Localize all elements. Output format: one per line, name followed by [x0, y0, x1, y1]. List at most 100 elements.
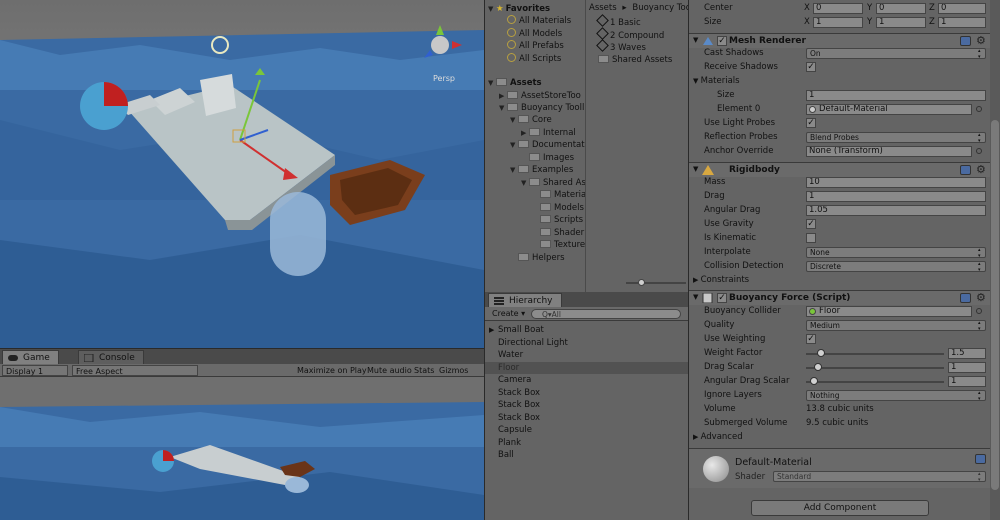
- object-picker-icon[interactable]: [976, 148, 982, 154]
- mesh-renderer-header[interactable]: ▼ ✓ Mesh Renderer ⚙: [689, 33, 1000, 48]
- help-icon[interactable]: [960, 165, 971, 175]
- game-view[interactable]: [0, 377, 484, 520]
- tree-folder[interactable]: ▶ AssetStoreToo: [499, 90, 581, 102]
- mass-field[interactable]: 10: [806, 177, 986, 188]
- hierarchy-search-input[interactable]: Q▾All: [531, 309, 681, 319]
- tree-folder[interactable]: Models: [532, 202, 584, 214]
- drag-scalar-slider[interactable]: [806, 367, 944, 369]
- hierarchy-item[interactable]: Ball: [485, 449, 689, 461]
- anchor-override-field[interactable]: None (Transform): [806, 146, 972, 157]
- help-icon[interactable]: [960, 36, 971, 46]
- center-x-field[interactable]: 0: [813, 3, 863, 14]
- aspect-select[interactable]: Free Aspect: [72, 365, 198, 376]
- hierarchy-item[interactable]: Water: [485, 349, 689, 361]
- file-item[interactable]: Shared Assets: [598, 54, 672, 66]
- use-weighting-checkbox[interactable]: ✓: [806, 334, 816, 344]
- buoyancy-force-header[interactable]: ▼ ✓ Buoyancy Force (Script) ⚙: [689, 290, 1000, 305]
- angular-drag-scalar-slider-knob[interactable]: [810, 377, 819, 385]
- object-picker-icon[interactable]: [976, 308, 982, 314]
- receive-shadows-checkbox[interactable]: ✓: [806, 62, 816, 72]
- constraints-foldout[interactable]: ▶ Constraints: [693, 275, 749, 285]
- mute-audio-toggle[interactable]: Mute audio: [364, 365, 415, 376]
- hierarchy-item[interactable]: Directional Light: [485, 337, 689, 349]
- is-kinematic-checkbox[interactable]: [806, 233, 816, 243]
- display-select[interactable]: Display 1: [2, 365, 68, 376]
- angular-drag-scalar-slider[interactable]: [806, 381, 944, 383]
- tab-game[interactable]: Game: [2, 350, 59, 365]
- maximize-on-play-toggle[interactable]: Maximize on Play: [294, 365, 370, 376]
- gear-icon[interactable]: ⚙: [976, 291, 986, 304]
- light-probes-checkbox[interactable]: ✓: [806, 118, 816, 128]
- tree-folder[interactable]: ▼ Examples: [510, 164, 573, 176]
- hierarchy-item[interactable]: Stack Box: [485, 387, 689, 399]
- ignore-layers-select[interactable]: Nothing: [806, 390, 986, 402]
- fav-item[interactable]: All Materials: [507, 15, 571, 27]
- mesh-renderer-enabled-checkbox[interactable]: ✓: [717, 36, 727, 46]
- gear-icon[interactable]: ⚙: [976, 34, 986, 47]
- tree-folder[interactable]: Images: [521, 152, 574, 164]
- element0-field[interactable]: Default-Material: [806, 104, 972, 115]
- weight-factor-slider-knob[interactable]: [816, 349, 825, 357]
- hierarchy-item[interactable]: ▶ Small Boat: [485, 324, 689, 336]
- hierarchy-item[interactable]: Stack Box: [485, 412, 689, 424]
- collision-detection-select[interactable]: Discrete: [806, 261, 986, 273]
- drag-scalar-field[interactable]: 1: [948, 362, 986, 373]
- scene-view[interactable]: Persp: [0, 0, 484, 348]
- tree-folder[interactable]: Texture: [532, 239, 585, 251]
- materials-size-field[interactable]: 1: [806, 90, 986, 101]
- object-picker-icon[interactable]: [976, 106, 982, 112]
- create-button[interactable]: Create ▾: [489, 308, 528, 319]
- cast-shadows-select[interactable]: On: [806, 48, 986, 60]
- breadcrumb-item[interactable]: Buoyancy Too: [632, 3, 691, 13]
- stats-toggle[interactable]: Stats: [411, 365, 437, 376]
- tree-folder[interactable]: ▶ Internal: [521, 127, 576, 139]
- inspector-scrollbar-thumb[interactable]: [991, 120, 999, 490]
- fav-item[interactable]: All Models: [507, 28, 562, 40]
- tree-favorites[interactable]: ▼ ★ Favorites: [488, 3, 550, 15]
- tree-folder[interactable]: Scripts: [532, 214, 583, 226]
- center-z-field[interactable]: 0: [938, 3, 986, 14]
- tree-folder[interactable]: ▼ Shared As: [521, 177, 586, 189]
- materials-foldout[interactable]: ▼ Materials: [693, 76, 740, 86]
- icon-size-slider[interactable]: [626, 282, 686, 284]
- shader-select[interactable]: Standard: [773, 471, 986, 483]
- tree-folder[interactable]: ▼ Buoyancy Tooll: [499, 102, 584, 114]
- buoyancy-collider-field[interactable]: Floor: [806, 306, 972, 317]
- add-component-button[interactable]: Add Component: [751, 500, 929, 516]
- drag-field[interactable]: 1: [806, 191, 986, 202]
- advanced-foldout[interactable]: ▶ Advanced: [693, 432, 743, 442]
- angular-drag-field[interactable]: 1.05: [806, 205, 986, 216]
- weight-factor-slider[interactable]: [806, 353, 944, 355]
- tree-folder[interactable]: ▼ Documentat: [510, 139, 585, 151]
- help-icon[interactable]: [960, 293, 971, 303]
- hierarchy-item-selected[interactable]: Floor: [485, 362, 689, 374]
- help-icon[interactable]: [975, 454, 986, 464]
- file-item[interactable]: 1 Basic: [596, 14, 641, 28]
- tree-assets[interactable]: ▼ Assets: [488, 77, 542, 89]
- rigidbody-header[interactable]: ▼ Rigidbody ⚙: [689, 162, 1000, 177]
- weight-factor-field[interactable]: 1.5: [948, 348, 986, 359]
- fav-item[interactable]: All Scripts: [507, 53, 561, 65]
- drag-scalar-slider-knob[interactable]: [814, 363, 823, 371]
- angular-drag-scalar-field[interactable]: 1: [948, 376, 986, 387]
- use-gravity-checkbox[interactable]: ✓: [806, 219, 816, 229]
- size-x-field[interactable]: 1: [813, 17, 863, 28]
- gear-icon[interactable]: ⚙: [976, 163, 986, 176]
- tree-folder[interactable]: Shader: [532, 227, 584, 239]
- breadcrumb-item[interactable]: Assets: [589, 3, 617, 13]
- tab-console[interactable]: Console: [78, 350, 144, 365]
- gizmos-toggle[interactable]: Gizmos: [436, 365, 471, 376]
- fav-item[interactable]: All Prefabs: [507, 40, 564, 52]
- tree-folder[interactable]: ▼ Core: [510, 114, 552, 126]
- quality-select[interactable]: Medium: [806, 320, 986, 332]
- buoyancy-enabled-checkbox[interactable]: ✓: [717, 293, 727, 303]
- size-z-field[interactable]: 1: [938, 17, 986, 28]
- file-item[interactable]: 2 Compound: [596, 27, 664, 41]
- file-item[interactable]: 3 Waves: [596, 39, 646, 53]
- icon-size-slider-knob[interactable]: [638, 279, 645, 286]
- tab-hierarchy[interactable]: Hierarchy: [488, 293, 562, 308]
- hierarchy-item[interactable]: Stack Box: [485, 399, 689, 411]
- hierarchy-item[interactable]: Camera: [485, 374, 689, 386]
- hierarchy-item[interactable]: Capsule: [485, 424, 689, 436]
- tree-folder[interactable]: Helpers: [510, 252, 565, 264]
